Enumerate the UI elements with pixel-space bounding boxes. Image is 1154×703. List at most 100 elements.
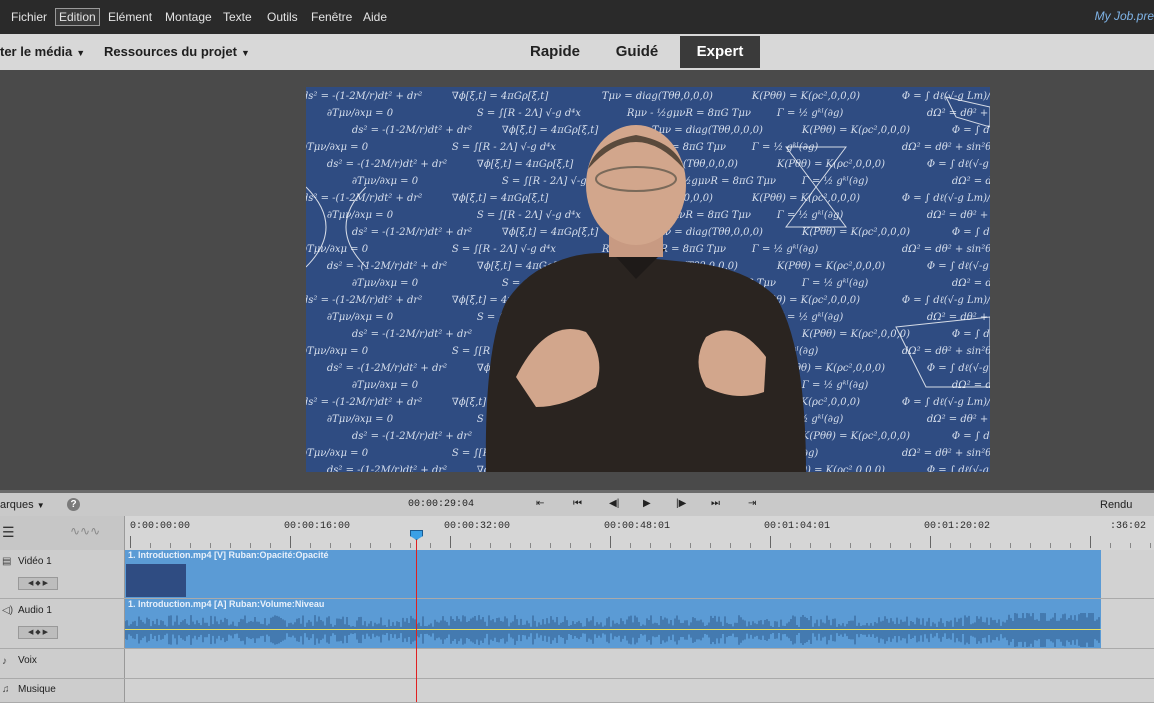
- audio-waveform: [125, 613, 1100, 647]
- video-frame[interactable]: ds² = -(1-2M/r)dt² + dr² ∇ϕ[ξ,t] = 4πGρ[ξ…: [306, 87, 990, 472]
- ruler-tick: [930, 536, 931, 548]
- tab-rapide[interactable]: Rapide: [520, 36, 590, 68]
- keyframe-controls[interactable]: ◀ ◆ ▶: [18, 626, 58, 639]
- ruler-tick: [630, 543, 631, 548]
- ruler-tick: [250, 543, 251, 548]
- track-video-1: ▤ Vidéo 1 ◀ ◆ ▶ 1. Introduction.mp4 [V] …: [0, 550, 1154, 599]
- menu-texte[interactable]: Texte: [220, 9, 255, 25]
- caret-down-icon: ▼: [36, 501, 45, 510]
- ruler-timecode: 0:00:00:00: [130, 521, 191, 532]
- audio-clip[interactable]: 1. Introduction.mp4 [A] Ruban:Volume:Niv…: [125, 599, 1101, 648]
- ruler-tick: [650, 543, 651, 548]
- current-timecode[interactable]: 00:00:29:04: [408, 499, 474, 510]
- ruler-tick: [510, 543, 511, 548]
- ruler-tick: [390, 543, 391, 548]
- ruler-tick: [310, 543, 311, 548]
- ruler-tick: [1030, 543, 1031, 548]
- ruler-tick: [730, 543, 731, 548]
- ruler-tick: [170, 543, 171, 548]
- tab-guide[interactable]: Guidé: [604, 36, 670, 68]
- track-musique-header: ♫ Musique: [0, 679, 125, 702]
- ruler-tick: [870, 543, 871, 548]
- step-back-icon[interactable]: ◀|: [609, 498, 619, 509]
- ruler-tick: [790, 543, 791, 548]
- ruler-tick: [690, 543, 691, 548]
- keyframe-controls[interactable]: ◀ ◆ ▶: [18, 577, 58, 590]
- ruler-timecode: 00:01:04:01: [764, 521, 831, 532]
- ruler-tick: [950, 543, 951, 548]
- timeline-ruler[interactable]: ☰ ∿∿∿ 0:00:00:00 00:00:16:00 00:00:32:00…: [0, 516, 1154, 551]
- play-icon[interactable]: ▶: [643, 498, 651, 509]
- ruler-timecode: 00:00:16:00: [284, 521, 351, 532]
- waveform-icon: ∿∿∿: [70, 524, 101, 538]
- ruler-tick: [1110, 543, 1111, 548]
- caret-down-icon: ▼: [76, 48, 86, 58]
- ruler-tick: [910, 543, 911, 548]
- render-button[interactable]: Rendu: [1100, 499, 1132, 511]
- mode-toolbar: ter le média ▼ Ressources du projet ▼ Rapi…: [0, 34, 1154, 71]
- menu-montage[interactable]: Montage: [162, 9, 215, 25]
- ruler-tick: [570, 543, 571, 548]
- step-forward-icon[interactable]: |▶: [676, 498, 686, 509]
- markers-label: arques: [0, 499, 34, 511]
- ruler-tick: [550, 543, 551, 548]
- timeline-settings-icon[interactable]: ☰: [2, 524, 15, 541]
- ruler-timecode: :36:02: [1110, 521, 1147, 532]
- mark-in-icon[interactable]: ⇤: [536, 498, 544, 509]
- track-name: Vidéo 1: [18, 556, 52, 567]
- ruler-tick: [130, 536, 131, 548]
- speaker-icon: ◁): [2, 605, 14, 616]
- volume-line[interactable]: [125, 629, 1101, 630]
- video-clip[interactable]: 1. Introduction.mp4 [V] Ruban:Opacité:Op…: [125, 550, 1101, 598]
- ruler-tick: [230, 543, 231, 548]
- ruler-timecode: 00:00:32:00: [444, 521, 511, 532]
- track-video-1-header: ▤ Vidéo 1 ◀ ◆ ▶: [0, 550, 125, 598]
- menu-edition[interactable]: Edition: [55, 8, 100, 26]
- go-to-start-icon[interactable]: ⏮: [573, 498, 582, 509]
- ruler-tick: [1070, 543, 1071, 548]
- ruler-tick: [670, 543, 671, 548]
- ruler-timecode: 00:00:48:01: [604, 521, 671, 532]
- ruler-tick: [610, 536, 611, 548]
- menu-outils[interactable]: Outils: [264, 9, 301, 25]
- markers-dropdown[interactable]: arques ▼: [0, 499, 45, 511]
- track-audio-1-header: ◁) Audio 1 ◀ ◆ ▶: [0, 599, 125, 648]
- ruler-tick: [210, 543, 211, 548]
- clip-thumbnail: [126, 564, 186, 597]
- timeline-ruler-header: ☰ ∿∿∿: [0, 516, 125, 550]
- mark-out-icon[interactable]: ⇥: [748, 498, 756, 509]
- ruler-tick: [450, 536, 451, 548]
- menu-fichier[interactable]: Fichier: [8, 9, 50, 25]
- ruler-tick: [1050, 543, 1051, 548]
- add-media-dropdown[interactable]: ter le média ▼: [0, 44, 85, 59]
- project-assets-label: Ressources du projet: [104, 44, 237, 59]
- preview-monitor: ds² = -(1-2M/r)dt² + dr² ∇ϕ[ξ,t] = 4πGρ[ξ…: [0, 70, 1154, 490]
- track-name: Musique: [18, 684, 56, 695]
- microphone-icon: ♪: [2, 656, 7, 667]
- ruler-tick: [1150, 543, 1151, 548]
- ruler-tick: [850, 543, 851, 548]
- ruler-tick: [750, 543, 751, 548]
- menu-aide[interactable]: Aide: [360, 9, 390, 25]
- track-audio-1: ◁) Audio 1 ◀ ◆ ▶ 1. Introduction.mp4 [A]…: [0, 599, 1154, 649]
- ruler-timecode: 00:01:20:02: [924, 521, 991, 532]
- ruler-tick: [370, 543, 371, 548]
- add-media-label: ter le média: [0, 44, 73, 59]
- music-note-icon: ♫: [2, 684, 10, 695]
- tab-expert[interactable]: Expert: [680, 36, 760, 68]
- film-icon: ▤: [2, 556, 12, 567]
- ruler-tick: [290, 536, 291, 548]
- project-assets-dropdown[interactable]: Ressources du projet ▼: [104, 44, 250, 59]
- ruler-tick: [770, 536, 771, 548]
- ruler-tick: [810, 543, 811, 548]
- playhead-line[interactable]: [416, 540, 417, 702]
- ruler-tick: [1010, 543, 1011, 548]
- menu-fenetre[interactable]: Fenêtre: [308, 9, 355, 25]
- ruler-tick: [470, 543, 471, 548]
- ruler-tick: [1090, 536, 1091, 548]
- track-name: Voix: [18, 655, 37, 666]
- menu-element[interactable]: Elément: [105, 9, 155, 25]
- ruler-tick: [190, 543, 191, 548]
- help-icon[interactable]: ?: [67, 498, 80, 511]
- go-to-end-icon[interactable]: ⏭: [711, 498, 720, 509]
